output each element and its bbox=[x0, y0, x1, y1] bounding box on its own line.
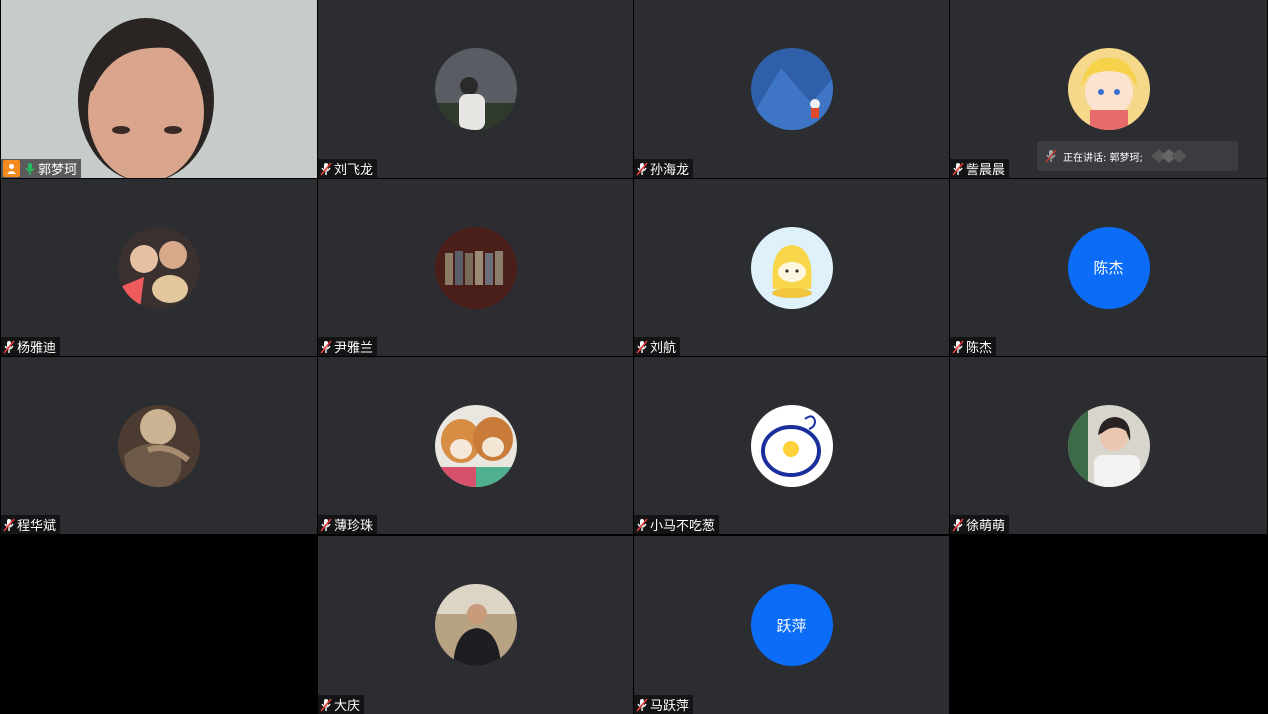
avatar bbox=[118, 226, 200, 309]
mic-muted-icon bbox=[320, 339, 332, 354]
participant-name: 郭梦珂 bbox=[38, 163, 78, 178]
participant-name: 尹雅兰 bbox=[334, 341, 374, 356]
mic-muted-icon bbox=[952, 161, 964, 176]
mic-muted-icon bbox=[636, 339, 648, 354]
participant-tile[interactable]: 刘飞龙 bbox=[318, 0, 633, 178]
avatar bbox=[1067, 48, 1150, 130]
participant-nametag: 薄珍珠 bbox=[318, 515, 378, 534]
participant-nametag: 徐萌萌 bbox=[950, 515, 1010, 534]
participant-name: 孙海龙 bbox=[650, 163, 690, 178]
participant-tile[interactable]: 跃萍 马跃萍 bbox=[634, 536, 949, 714]
participant-name: 大庆 bbox=[334, 699, 361, 714]
participant-tile[interactable]: 杨雅迪 bbox=[1, 179, 317, 356]
participant-name: 小马不吃葱 bbox=[650, 519, 716, 534]
mic-muted-icon bbox=[320, 517, 332, 532]
mic-muted-icon bbox=[636, 517, 648, 532]
participant-name: 马跃萍 bbox=[650, 699, 690, 714]
mic-active-icon bbox=[25, 162, 35, 175]
participant-name: 陈杰 bbox=[966, 341, 993, 356]
participant-tile[interactable]: 小马不吃葱 bbox=[634, 357, 949, 534]
avatar bbox=[1067, 404, 1150, 487]
participant-tile[interactable]: 程华斌 bbox=[1, 357, 317, 534]
speaker-avatars-icon bbox=[1150, 149, 1187, 163]
participant-name: 訾晨晨 bbox=[966, 163, 1006, 178]
participant-name: 薄珍珠 bbox=[334, 519, 374, 534]
participant-name: 刘飞龙 bbox=[334, 163, 374, 178]
participant-tile[interactable]: 徐萌萌 bbox=[950, 357, 1267, 534]
mic-muted-icon bbox=[636, 697, 648, 712]
participant-nametag: 訾晨晨 bbox=[950, 159, 1010, 178]
participant-nametag: 小马不吃葱 bbox=[634, 515, 720, 534]
avatar bbox=[750, 226, 833, 309]
participant-nametag: 杨雅迪 bbox=[1, 337, 61, 356]
participant-tile[interactable]: 刘航 bbox=[634, 179, 949, 356]
avatar-text: 陈杰 bbox=[1067, 226, 1150, 309]
participant-nametag: 郭梦珂 bbox=[1, 159, 82, 178]
participant-name: 徐萌萌 bbox=[966, 519, 1006, 534]
avatar bbox=[434, 584, 517, 666]
participant-name: 杨雅迪 bbox=[17, 341, 57, 356]
mic-muted-icon bbox=[636, 161, 648, 176]
mic-muted-icon bbox=[320, 697, 332, 712]
participant-nametag: 孙海龙 bbox=[634, 159, 694, 178]
avatar bbox=[434, 226, 517, 309]
mic-muted-icon bbox=[952, 339, 964, 354]
mic-muted-icon bbox=[3, 517, 15, 532]
avatar bbox=[434, 404, 517, 487]
mic-muted-icon bbox=[3, 339, 15, 354]
avatar-text: 跃萍 bbox=[750, 584, 833, 666]
video-grid: 郭梦珂 刘飞龙 孙海龙 訾晨晨 杨雅迪 尹雅兰 刘航 陈杰 陈杰 程华斌 薄珍珠… bbox=[0, 0, 1268, 714]
participant-tile[interactable]: 孙海龙 bbox=[634, 0, 949, 178]
participant-nametag: 刘航 bbox=[634, 337, 681, 356]
participant-nametag: 程华斌 bbox=[1, 515, 61, 534]
avatar bbox=[434, 48, 517, 130]
avatar bbox=[750, 48, 833, 130]
speaking-text: 正在讲话: 郭梦珂; bbox=[1063, 152, 1143, 164]
host-icon bbox=[3, 160, 20, 177]
self-camera-feed bbox=[1, 0, 317, 178]
participant-name: 刘航 bbox=[650, 341, 677, 356]
participant-nametag: 马跃萍 bbox=[634, 695, 694, 714]
participant-name: 程华斌 bbox=[17, 519, 57, 534]
mic-muted-icon bbox=[1045, 149, 1057, 163]
participant-nametag: 刘飞龙 bbox=[318, 159, 378, 178]
participant-tile[interactable]: 陈杰 陈杰 bbox=[950, 179, 1267, 356]
participant-tile-self[interactable]: 郭梦珂 bbox=[1, 0, 317, 178]
participant-nametag: 尹雅兰 bbox=[318, 337, 378, 356]
avatar bbox=[750, 404, 833, 487]
mic-muted-icon bbox=[952, 517, 964, 532]
mic-muted-icon bbox=[320, 161, 332, 176]
participant-tile[interactable]: 大庆 bbox=[318, 536, 633, 714]
avatar bbox=[118, 404, 200, 487]
participant-tile[interactable]: 薄珍珠 bbox=[318, 357, 633, 534]
participant-nametag: 陈杰 bbox=[950, 337, 997, 356]
speaking-indicator: 正在讲话: 郭梦珂; bbox=[1037, 141, 1238, 171]
participant-tile[interactable]: 尹雅兰 bbox=[318, 179, 633, 356]
participant-nametag: 大庆 bbox=[318, 695, 365, 714]
